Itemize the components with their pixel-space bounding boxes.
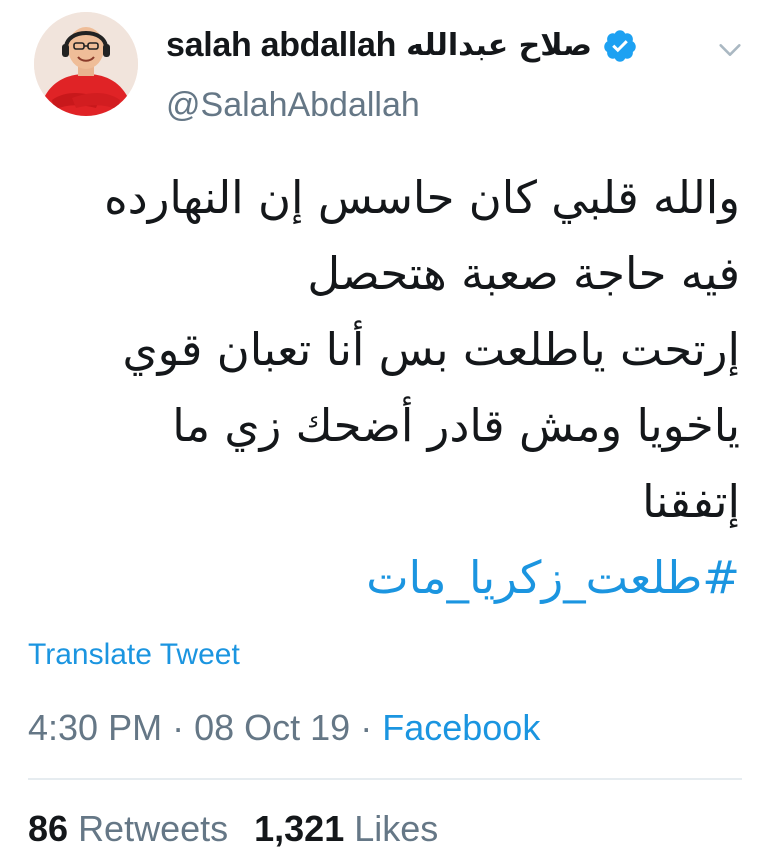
divider (28, 778, 742, 780)
tweet-time[interactable]: 4:30 PM (28, 707, 162, 748)
chevron-down-icon[interactable] (716, 36, 744, 64)
display-name-latin[interactable]: salah abdallah (166, 26, 396, 65)
display-name-arabic[interactable]: صلاح عبدالله (406, 28, 592, 63)
user-name-row[interactable]: salah abdallah صلاح عبدالله (166, 26, 638, 65)
avatar[interactable] (34, 12, 138, 116)
retweets-label: Retweets (78, 808, 229, 849)
tweet-meta: 4:30 PM · 08 Oct 19 · Facebook (28, 707, 540, 749)
user-handle[interactable]: @SalahAbdallah (166, 86, 420, 125)
meta-separator: · (172, 707, 185, 748)
tweet-text: والله قلبي كان حاسس إن النهارده فيه حاجة… (28, 160, 740, 616)
tweet-text-line: والله قلبي كان حاسس إن النهارده (104, 171, 740, 224)
tweet-text-line: فيه حاجة صعبة هتحصل (307, 247, 740, 300)
tweet-stats: 86 Retweets 1,321 Likes (28, 808, 438, 850)
tweet-text-line: إتفقنا (642, 475, 740, 528)
translate-tweet-link[interactable]: Translate Tweet (28, 638, 240, 672)
meta-separator: · (360, 707, 373, 748)
likes-label: Likes (354, 808, 439, 849)
tweet-date[interactable]: 08 Oct 19 (194, 707, 350, 748)
likes-stat[interactable]: 1,321 Likes (254, 808, 438, 849)
hashtag-link[interactable]: #طلعت_زكريا_مات (28, 540, 740, 616)
likes-count: 1,321 (254, 808, 345, 849)
verified-badge-icon (602, 28, 638, 64)
tweet-card: salah abdallah صلاح عبدالله @SalahAbdall… (0, 0, 768, 863)
tweet-source-link[interactable]: Facebook (382, 707, 540, 748)
retweets-stat[interactable]: 86 Retweets (28, 808, 228, 849)
profile-photo-icon (34, 12, 138, 116)
tweet-text-line: إرتحت ياطلعت بس أنا تعبان قوي (122, 323, 740, 376)
tweet-text-line: ياخويا ومش قادر أضحك زي ما (172, 399, 740, 452)
retweets-count: 86 (28, 808, 69, 849)
